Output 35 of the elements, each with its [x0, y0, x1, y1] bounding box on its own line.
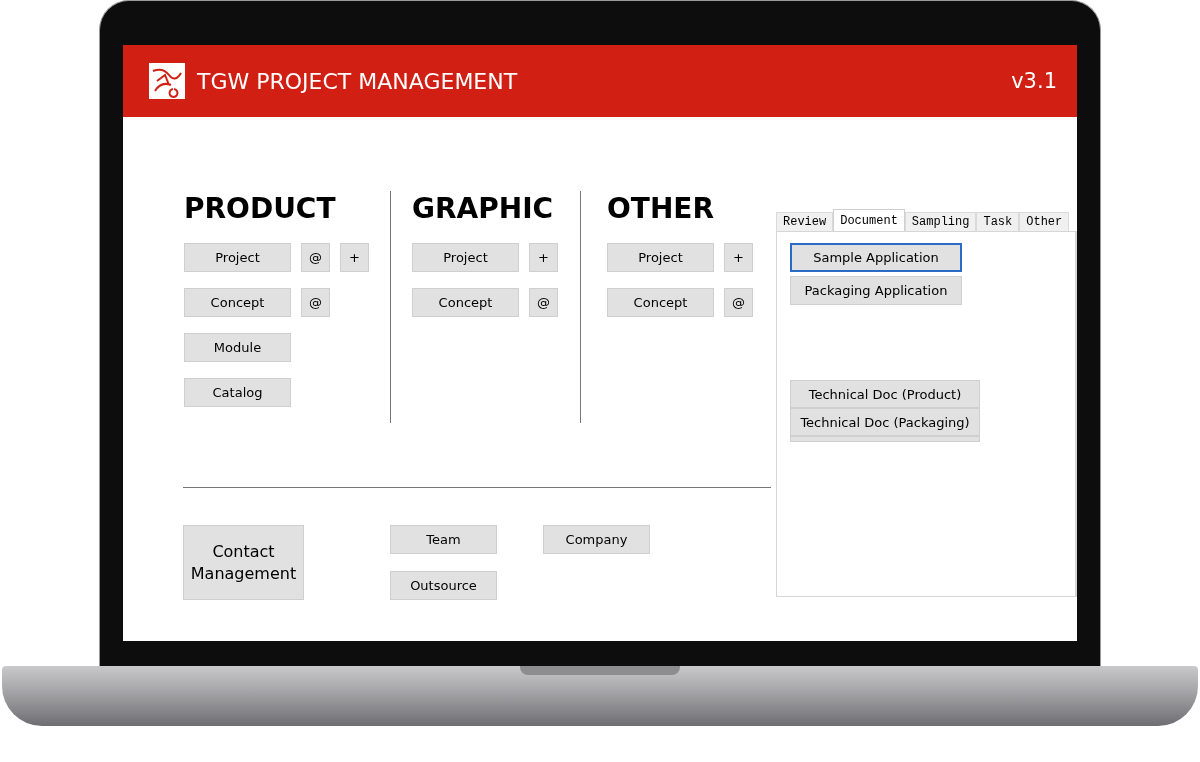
tab[interactable]: Review	[776, 212, 834, 231]
app-title: TGW PROJECT MANAGEMENT	[197, 68, 519, 94]
shortcut-button[interactable]: @	[529, 288, 558, 317]
nav-button[interactable]: Project	[184, 243, 291, 272]
contact-button[interactable]: Company	[543, 525, 650, 554]
contact-management-button[interactable]: Contact Management	[183, 525, 304, 600]
nav-button[interactable]: Project	[412, 243, 519, 272]
logo-icon	[149, 63, 185, 99]
shortcut-button[interactable]: +	[529, 243, 558, 272]
tab[interactable]: Document	[833, 209, 905, 231]
partial-button[interactable]	[790, 436, 980, 442]
contact-button[interactable]: Outsource	[390, 571, 497, 600]
nav-button[interactable]: Module	[184, 333, 291, 362]
document-button[interactable]: Technical Doc (Product)	[790, 380, 980, 408]
nav-button[interactable]: Concept	[607, 288, 714, 317]
tab[interactable]: Other	[1019, 212, 1070, 231]
tab[interactable]: Task	[976, 212, 1020, 231]
document-button[interactable]: Sample Application	[790, 243, 962, 272]
nav-button[interactable]: Catalog	[184, 378, 291, 407]
shortcut-button[interactable]: +	[724, 243, 753, 272]
section-heading: PRODUCT	[184, 191, 337, 227]
version-label: v3.1	[1011, 69, 1057, 93]
section-heading: OTHER	[607, 191, 716, 227]
section-heading: GRAPHIC	[412, 191, 555, 227]
tab[interactable]: Sampling	[904, 212, 977, 231]
shortcut-button[interactable]: +	[340, 243, 369, 272]
shortcut-button[interactable]: @	[301, 243, 330, 272]
contact-button[interactable]: Team	[390, 525, 497, 554]
document-button[interactable]: Technical Doc (Packaging)	[790, 408, 980, 436]
shortcut-button[interactable]: @	[301, 288, 330, 317]
nav-button[interactable]: Project	[607, 243, 714, 272]
document-button[interactable]: Packaging Application	[790, 276, 962, 305]
shortcut-button[interactable]: @	[724, 288, 753, 317]
nav-button[interactable]: Concept	[412, 288, 519, 317]
nav-button[interactable]: Concept	[184, 288, 291, 317]
